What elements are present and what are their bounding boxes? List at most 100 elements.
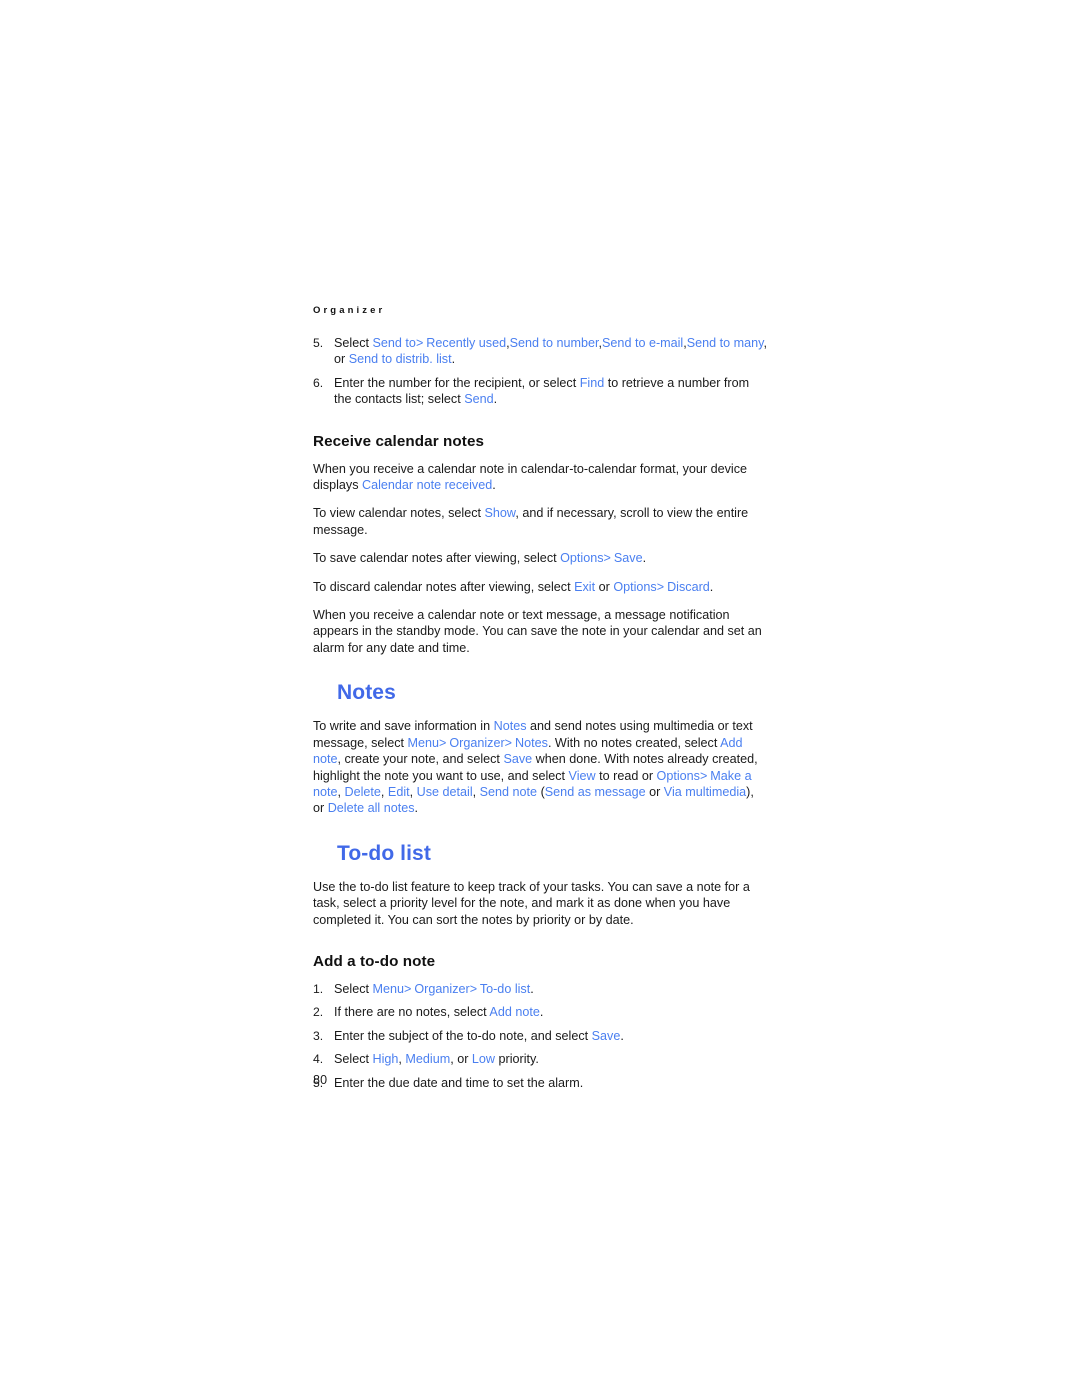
list-item: 4. Select High, Medium, or Low priority.: [313, 1051, 768, 1067]
ui-term: Menu: [372, 981, 405, 996]
text-run: ,: [380, 784, 388, 799]
ui-term: Send to e-mail: [602, 336, 684, 350]
ui-separator: >: [699, 768, 707, 783]
text-run: Select: [334, 981, 373, 996]
text-run: ,: [472, 784, 480, 799]
ui-term: Medium: [405, 1052, 451, 1067]
paragraph: To view calendar notes, select Show, and…: [313, 505, 768, 538]
list-item-text: Select High, Medium, or Low priority.: [334, 1052, 539, 1066]
heading-notes: Notes: [337, 681, 396, 705]
ui-term: Options: [560, 551, 604, 566]
paragraph: When you receive a calendar note or text…: [313, 607, 768, 656]
ui-term: Add note: [489, 1005, 540, 1020]
text-run: .: [539, 1005, 544, 1020]
ui-term: Menu: [407, 735, 440, 750]
heading-receive-calendar-notes: Receive calendar notes: [313, 432, 485, 450]
text-run: To discard calendar notes after viewing,…: [313, 579, 575, 594]
text-run: Enter the subject of the to-do note, and…: [334, 1028, 592, 1043]
text-run: .: [642, 551, 647, 566]
text-run: , create your note, and select: [337, 752, 504, 767]
text-run: to read or: [595, 768, 657, 783]
text-run: .: [620, 1028, 624, 1043]
list-item: 1. Select Menu> Organizer> To-do list.: [313, 981, 768, 997]
text-run: .: [530, 981, 534, 996]
text-run: To write and save information in: [313, 719, 494, 734]
heading-to-do-list: To-do list: [337, 841, 431, 865]
paragraph: To write and save information in Notes a…: [313, 718, 768, 816]
text-run: or: [645, 784, 664, 799]
ui-term: Low: [471, 1052, 496, 1067]
paragraph: When you receive a calendar note in cale…: [313, 461, 768, 494]
ui-term: Via multimedia: [663, 784, 747, 799]
ui-term: Send to: [372, 336, 416, 350]
text-run: Select: [334, 1052, 373, 1067]
list-item: 5. Select Send to> Recently used,Send to…: [313, 335, 768, 368]
list-item-number: 2.: [313, 1005, 324, 1020]
ui-term: Save: [503, 752, 533, 767]
text-run: , or: [450, 1052, 472, 1067]
ui-term: Discard: [663, 579, 710, 594]
list-item-number: 3.: [313, 1028, 324, 1043]
ui-term: Organizer: [410, 981, 470, 996]
list-item-text: If there are no notes, select Add note.: [334, 1005, 543, 1019]
text-run: To save calendar notes after viewing, se…: [313, 551, 561, 566]
text-run: .: [492, 478, 496, 493]
text-run: or: [595, 579, 614, 594]
ui-term: Find: [579, 375, 605, 390]
running-header: Organizer: [313, 305, 386, 316]
ui-term: Organizer: [445, 735, 505, 750]
ui-term: Calendar note received: [362, 478, 493, 493]
list-item: 2. If there are no notes, select Add not…: [313, 1004, 768, 1020]
text-run: If there are no notes, select: [334, 1005, 490, 1020]
ui-separator: >: [439, 735, 446, 750]
text-run: priority.: [495, 1052, 539, 1067]
list-item-text: Select Menu> Organizer> To-do list.: [334, 982, 534, 996]
ui-term: Recently used: [422, 336, 507, 350]
ui-separator: >: [469, 981, 477, 996]
ui-term: Notes: [511, 735, 548, 750]
list-item-number: 4.: [313, 1052, 324, 1067]
top-numbered-list: 5. Select Send to> Recently used,Send to…: [313, 335, 768, 408]
list-item-text: Enter the number for the recipient, or s…: [334, 376, 749, 406]
paragraph: Use the to-do list feature to keep track…: [313, 879, 750, 927]
ui-separator: >: [656, 579, 664, 594]
ui-term: Save: [591, 1028, 621, 1043]
list-item-number: 6.: [313, 375, 324, 390]
text-run: Select: [334, 336, 373, 350]
ui-term: Send to number: [509, 336, 599, 350]
text-run: When you receive a calendar note or text…: [313, 608, 762, 655]
text-run: To view calendar notes, select: [313, 506, 485, 521]
list-item-text: Enter the subject of the to-do note, and…: [334, 1029, 624, 1043]
ui-term: Show: [484, 506, 516, 521]
list-item-number: 1.: [313, 981, 324, 996]
text-run: ,: [337, 784, 345, 799]
heading-add-a-to-do-note: Add a to-do note: [313, 952, 436, 970]
ui-term: High: [372, 1052, 399, 1067]
text-run: Enter the due date and time to set the a…: [334, 1075, 584, 1090]
text-run: .: [451, 352, 456, 367]
text-run: (: [537, 784, 545, 799]
list-item-text: Select Send to> Recently used,Send to nu…: [334, 336, 767, 366]
paragraph: To discard calendar notes after viewing,…: [313, 579, 768, 595]
ui-term: Send to distrib. list: [348, 352, 452, 367]
ui-term: Send note: [479, 784, 538, 799]
ui-term: Delete all notes: [327, 801, 415, 816]
ui-separator: >: [415, 336, 423, 350]
ui-term: Delete: [344, 784, 381, 799]
paragraph: To save calendar notes after viewing, se…: [313, 550, 768, 566]
ui-separator: >: [504, 735, 512, 750]
text-run: ,: [409, 784, 417, 799]
ui-term: View: [568, 768, 596, 783]
text-run: Enter the number for the recipient, or s…: [334, 375, 580, 390]
todo-steps-list: 1. Select Menu> Organizer> To-do list. 2…: [313, 981, 768, 1091]
ui-term: Send to many: [686, 336, 764, 350]
ui-term: Use detail: [416, 784, 473, 799]
ui-term: Exit: [574, 579, 596, 594]
page-content: Organizer 5. Select Send to> Recently us…: [313, 305, 768, 1098]
list-item-number: 5.: [313, 336, 324, 350]
text-run: .: [414, 801, 419, 816]
list-item: 3. Enter the subject of the to-do note, …: [313, 1028, 768, 1044]
text-run: .: [709, 579, 714, 594]
page-number: 80: [313, 1073, 328, 1087]
ui-term: Options: [613, 579, 657, 594]
